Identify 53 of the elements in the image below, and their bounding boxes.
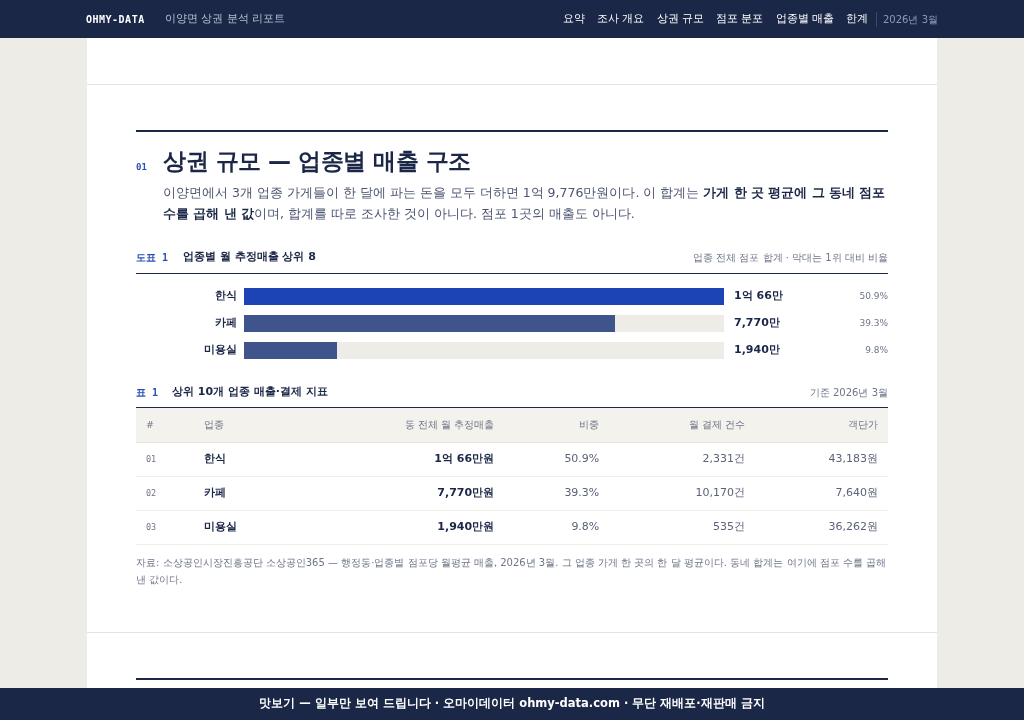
bar-label: 미용실: [203, 342, 238, 359]
table-cell: 43,183원: [754, 442, 888, 477]
section-number: 01: [136, 161, 148, 175]
table-note: 기준 2026년 3월: [809, 385, 888, 400]
nav-link[interactable]: 상권 규모: [656, 10, 704, 28]
source-note: 자료: 소상공인시장진흥공단 소상공인365 — 행정동·업종별 점포당 월평균 매출, 2026년 3월. 그 업종 가게 한 곳의 한 달 평균이다. 동네 합계는 여기에 점포 수를 곱해 낸 값이다.: [136, 555, 888, 588]
table-title: 상위 10개 업종 매출·결제 지표: [172, 383, 328, 400]
table-tag: 표 1: [136, 384, 172, 400]
bar-label: 한식: [214, 288, 238, 305]
column-header: 업종: [193, 408, 296, 443]
preview-notice: 맛보기 — 일부만 보여 드립니다 · 오마이데이터 ohmy-data.com · 무단 재배포·재판매 금지: [259, 695, 765, 713]
table-cell: 7,640원: [754, 476, 888, 511]
table-cell: 01: [136, 442, 194, 477]
date-label: 2026년 3월: [876, 11, 938, 27]
column-header: 동 전체 월 추정매출: [295, 408, 505, 443]
bar-value: 1,940만: [733, 342, 781, 359]
nav-link[interactable]: 업종별 매출: [775, 10, 834, 28]
table-cell: 02: [136, 476, 194, 511]
table-cell: 1,940만원: [295, 510, 505, 545]
report-title: 이양면 상권 분석 리포트: [164, 10, 286, 27]
table-cell: 9.8%: [504, 510, 610, 545]
bar-share: 9.8%: [864, 343, 888, 357]
table-cell: 미용실: [193, 510, 296, 545]
table-cell: 10,170건: [609, 476, 755, 511]
nav-link[interactable]: 요약: [563, 10, 585, 28]
table-cell: 1억 66만원: [295, 442, 505, 477]
figure-note: 업종 전체 점포 합계 · 막대는 1위 대비 비율: [693, 251, 888, 266]
nav-link[interactable]: 한계: [846, 10, 868, 28]
table-cell: 535건: [609, 510, 755, 545]
table-cell: 2,331건: [609, 442, 755, 477]
bar-share: 50.9%: [858, 289, 888, 303]
bar-value: 1억 66만: [733, 288, 784, 305]
figure-title: 업종별 월 추정매출 상위 8: [183, 249, 316, 266]
figure-tag: 도표 1: [136, 250, 183, 266]
bar-share: 39.3%: [858, 316, 888, 330]
bar-value: 7,770만: [733, 315, 781, 332]
column-header: 비중: [504, 408, 610, 443]
table-cell: 카페: [193, 476, 296, 511]
nav-link[interactable]: 점포 분포: [716, 10, 764, 28]
lead-paragraph: 이양면에서 3개 업종 가게들이 한 달에 파는 돈을 모두 더하면 1억 9,776만원이다. 이 합계는 가게 한 곳 평균에 그 동네 점포 수를 곱해 낸 값이며, 합계를 따로 조사한 것이 아니다. 점포 1곳의 매출도 아니다.: [163, 183, 887, 224]
table-cell: 7,770만원: [295, 476, 505, 511]
table-cell: 36,262원: [754, 510, 888, 545]
bar-label: 카페: [214, 315, 238, 332]
column-header: 월 결제 건수: [609, 408, 755, 443]
section-title: 상권 규모 — 업종별 매출 구조: [163, 148, 471, 176]
table-cell: 50.9%: [504, 442, 610, 477]
nav-link[interactable]: 조사 개요: [597, 10, 645, 28]
brand-logo[interactable]: OHMY-DATA: [86, 11, 145, 27]
column-header: 객단가: [754, 408, 888, 443]
table-cell: 한식: [193, 442, 296, 477]
table-cell: 39.3%: [504, 476, 610, 511]
table-cell: 03: [136, 510, 194, 545]
column-header: #: [136, 408, 194, 443]
